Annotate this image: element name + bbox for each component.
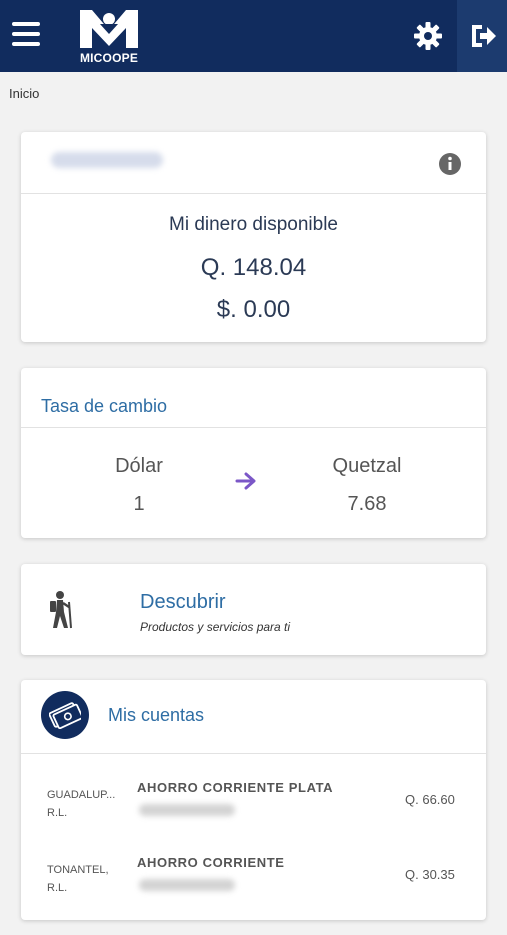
- account-bank-line2: R.L.: [47, 807, 68, 819]
- account-bank-line2: R.L.: [47, 882, 68, 894]
- to-currency-label: Quetzal: [332, 455, 402, 477]
- logo-text: MICOOPE: [79, 51, 139, 65]
- account-row[interactable]: TONANTEL, R.L. AHORRO CORRIENTE Q. 30.35: [21, 855, 486, 935]
- accounts-card: Mis cuentas GUADALUP... R.L. AHORRO CORR…: [21, 680, 486, 920]
- logout-button[interactable]: [457, 0, 507, 72]
- divider: [21, 427, 486, 428]
- account-balance: Q. 30.35: [405, 867, 455, 882]
- blurred-account-number: [139, 804, 235, 816]
- account-bank-line1: TONANTEL,: [47, 864, 109, 876]
- divider: [21, 193, 486, 194]
- breadcrumb: Inicio: [9, 86, 40, 101]
- info-icon[interactable]: [438, 152, 462, 176]
- logo-mark: [80, 10, 138, 48]
- account-bank: TONANTEL, R.L.: [47, 861, 127, 897]
- discover-subtitle: Productos y servicios para ti: [140, 620, 291, 634]
- hiker-icon: [50, 591, 72, 629]
- balance-dollar: $. 0.00: [216, 296, 291, 323]
- to-currency-value: 7.68: [347, 493, 387, 515]
- account-type: AHORRO CORRIENTE PLATA: [137, 780, 334, 795]
- logo: MICOOPE: [74, 6, 144, 65]
- available-money-label: Mi dinero disponible: [169, 214, 338, 235]
- discover-card[interactable]: Descubrir Productos y servicios para ti: [21, 564, 486, 655]
- balance-card: Mi dinero disponible Q. 148.04 $. 0.00: [21, 132, 486, 342]
- exchange-rate-title: Tasa de cambio: [41, 396, 168, 416]
- account-bank-line1: GUADALUP...: [47, 789, 116, 801]
- gear-icon[interactable]: [412, 20, 444, 52]
- blurred-account-number: [139, 879, 235, 891]
- accounts-title: Mis cuentas: [108, 705, 205, 725]
- from-currency-label: Dólar: [115, 455, 163, 477]
- account-row[interactable]: GUADALUP... R.L. AHORRO CORRIENTE PLATA …: [21, 780, 486, 860]
- top-bar: MICOOPE: [0, 0, 507, 72]
- discover-title[interactable]: Descubrir: [140, 591, 226, 614]
- balance-quetzal: Q. 148.04: [200, 254, 307, 281]
- account-bank: GUADALUP... R.L.: [47, 786, 127, 822]
- logout-icon: [472, 25, 496, 47]
- menu-icon[interactable]: [12, 22, 40, 46]
- arrow-right-icon: [235, 472, 256, 490]
- account-balance: Q. 66.60: [405, 792, 455, 807]
- exchange-rate-card: Tasa de cambio Dólar 1 Quetzal 7.68: [21, 368, 486, 538]
- divider: [21, 753, 486, 754]
- from-currency-value: 1: [133, 493, 145, 515]
- money-icon: [41, 691, 89, 739]
- blurred-account-name: [51, 152, 163, 168]
- account-type: AHORRO CORRIENTE: [137, 855, 285, 870]
